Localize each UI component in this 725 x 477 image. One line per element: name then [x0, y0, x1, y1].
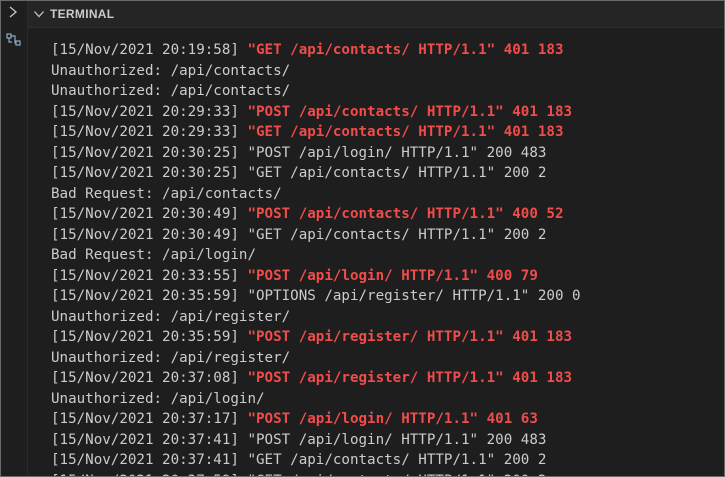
terminal-line: [15/Nov/2021 20:37:41] "GET /api/contact… [51, 450, 724, 471]
log-request: "GET /api/contacts/ HTTP/1.1" 200 2 [247, 165, 547, 181]
log-request-error: "GET /api/contacts/ HTTP/1.1" 401 183 [247, 42, 564, 58]
panel-title: TERMINAL [50, 7, 115, 21]
terminal-line: [15/Nov/2021 20:30:25] "GET /api/contact… [51, 163, 724, 184]
log-timestamp: [15/Nov/2021 20:30:49] [51, 206, 248, 222]
log-timestamp: [15/Nov/2021 20:29:33] [51, 124, 248, 140]
terminal-line: Unauthorized: /api/register/ [51, 348, 724, 369]
terminal-panel-header[interactable]: TERMINAL [28, 1, 724, 28]
terminal-line: [15/Nov/2021 20:30:49] "POST /api/contac… [51, 204, 724, 225]
terminal-line: Unauthorized: /api/login/ [51, 389, 724, 410]
log-timestamp: [15/Nov/2021 20:29:33] [51, 103, 248, 120]
log-request: "OPTIONS /api/register/ HTTP/1.1" 200 0 [247, 288, 581, 304]
terminal-line: [15/Nov/2021 20:37:17] "POST /api/login/… [51, 409, 724, 430]
log-request: "GET /api/contacts/ HTTP/1.1" 200 2 [247, 473, 546, 477]
terminal-line: [15/Nov/2021 20:19:58] "GET /api/contact… [51, 40, 724, 61]
terminal-line: [15/Nov/2021 20:35:59] "POST /api/regist… [51, 327, 724, 348]
log-timestamp: [15/Nov/2021 20:30:25] [51, 165, 248, 181]
log-request: "GET /api/contacts/ HTTP/1.1" 200 2 [247, 226, 547, 243]
log-request-error: "POST /api/login/ HTTP/1.1" 400 79 [247, 267, 538, 284]
log-request-error: "POST /api/register/ HTTP/1.1" 401 183 [247, 370, 573, 386]
log-timestamp: [15/Nov/2021 20:33:55] [51, 267, 248, 284]
log-message: Unauthorized: /api/contacts/ [51, 83, 291, 99]
log-request-error: "POST /api/contacts/ HTTP/1.1" 400 52 [247, 206, 564, 222]
terminal-line: Unauthorized: /api/contacts/ [51, 61, 724, 82]
terminal-line: [15/Nov/2021 20:30:25] "POST /api/login/… [51, 143, 724, 164]
terminal-line: [15/Nov/2021 20:35:59] "OPTIONS /api/reg… [51, 286, 724, 307]
terminal-line: [15/Nov/2021 20:29:33] "POST /api/contac… [51, 102, 724, 123]
terminal-line: [15/Nov/2021 20:37:59] "GET /api/contact… [51, 471, 724, 477]
log-message: Unauthorized: /api/contacts/ [51, 62, 291, 79]
log-message: Unauthorized: /api/login/ [51, 390, 265, 407]
terminal-line: [15/Nov/2021 20:37:41] "POST /api/login/… [51, 430, 724, 451]
log-message: Bad Request: /api/contacts/ [51, 185, 282, 202]
log-timestamp: [15/Nov/2021 20:37:59] [51, 473, 247, 477]
chevron-down-icon[interactable] [33, 8, 45, 20]
terminal-line: [15/Nov/2021 20:37:08] "POST /api/regist… [51, 368, 724, 389]
log-request-error: "POST /api/contacts/ HTTP/1.1" 401 183 [247, 103, 573, 120]
log-timestamp: [15/Nov/2021 20:19:58] [51, 42, 248, 58]
log-request-error: "GET /api/contacts/ HTTP/1.1" 401 183 [247, 124, 564, 140]
terminal-line: [15/Nov/2021 20:33:55] "POST /api/login/… [51, 266, 724, 287]
log-message: Bad Request: /api/login/ [51, 247, 256, 263]
log-timestamp: [15/Nov/2021 20:35:59] [51, 288, 248, 304]
terminal-output[interactable]: [15/Nov/2021 20:19:58] "GET /api/contact… [51, 40, 724, 476]
log-request: "POST /api/login/ HTTP/1.1" 200 483 [247, 144, 547, 161]
log-timestamp: [15/Nov/2021 20:37:17] [51, 411, 248, 427]
log-request-error: "POST /api/login/ HTTP/1.1" 401 63 [247, 411, 538, 427]
log-timestamp: [15/Nov/2021 20:35:59] [51, 329, 248, 345]
log-message: Unauthorized: /api/register/ [51, 308, 291, 325]
log-timestamp: [15/Nov/2021 20:37:41] [51, 431, 248, 448]
log-timestamp: [15/Nov/2021 20:30:25] [51, 144, 248, 161]
log-timestamp: [15/Nov/2021 20:37:08] [51, 370, 248, 386]
log-message: Unauthorized: /api/register/ [51, 349, 291, 366]
log-request: "POST /api/login/ HTTP/1.1" 200 483 [247, 431, 547, 448]
activity-bar [1, 1, 28, 476]
terminal-line: [15/Nov/2021 20:29:33] "GET /api/contact… [51, 122, 724, 143]
terminal-line: [15/Nov/2021 20:30:49] "GET /api/contact… [51, 225, 724, 246]
log-request-error: "POST /api/register/ HTTP/1.1" 401 183 [247, 329, 573, 345]
terminal-line: Bad Request: /api/login/ [51, 245, 724, 266]
log-request: "GET /api/contacts/ HTTP/1.1" 200 2 [247, 452, 547, 468]
chevron-right-icon[interactable] [6, 5, 20, 19]
terminal-line: Unauthorized: /api/register/ [51, 307, 724, 328]
log-timestamp: [15/Nov/2021 20:37:41] [51, 452, 248, 468]
log-timestamp: [15/Nov/2021 20:30:49] [51, 226, 248, 243]
terminal-window: TERMINAL [15/Nov/2021 20:19:58] "GET /ap… [0, 0, 725, 477]
terminal-line: Bad Request: /api/contacts/ [51, 184, 724, 205]
terminal-line: Unauthorized: /api/contacts/ [51, 81, 724, 102]
split-terminal-icon[interactable] [4, 30, 24, 50]
